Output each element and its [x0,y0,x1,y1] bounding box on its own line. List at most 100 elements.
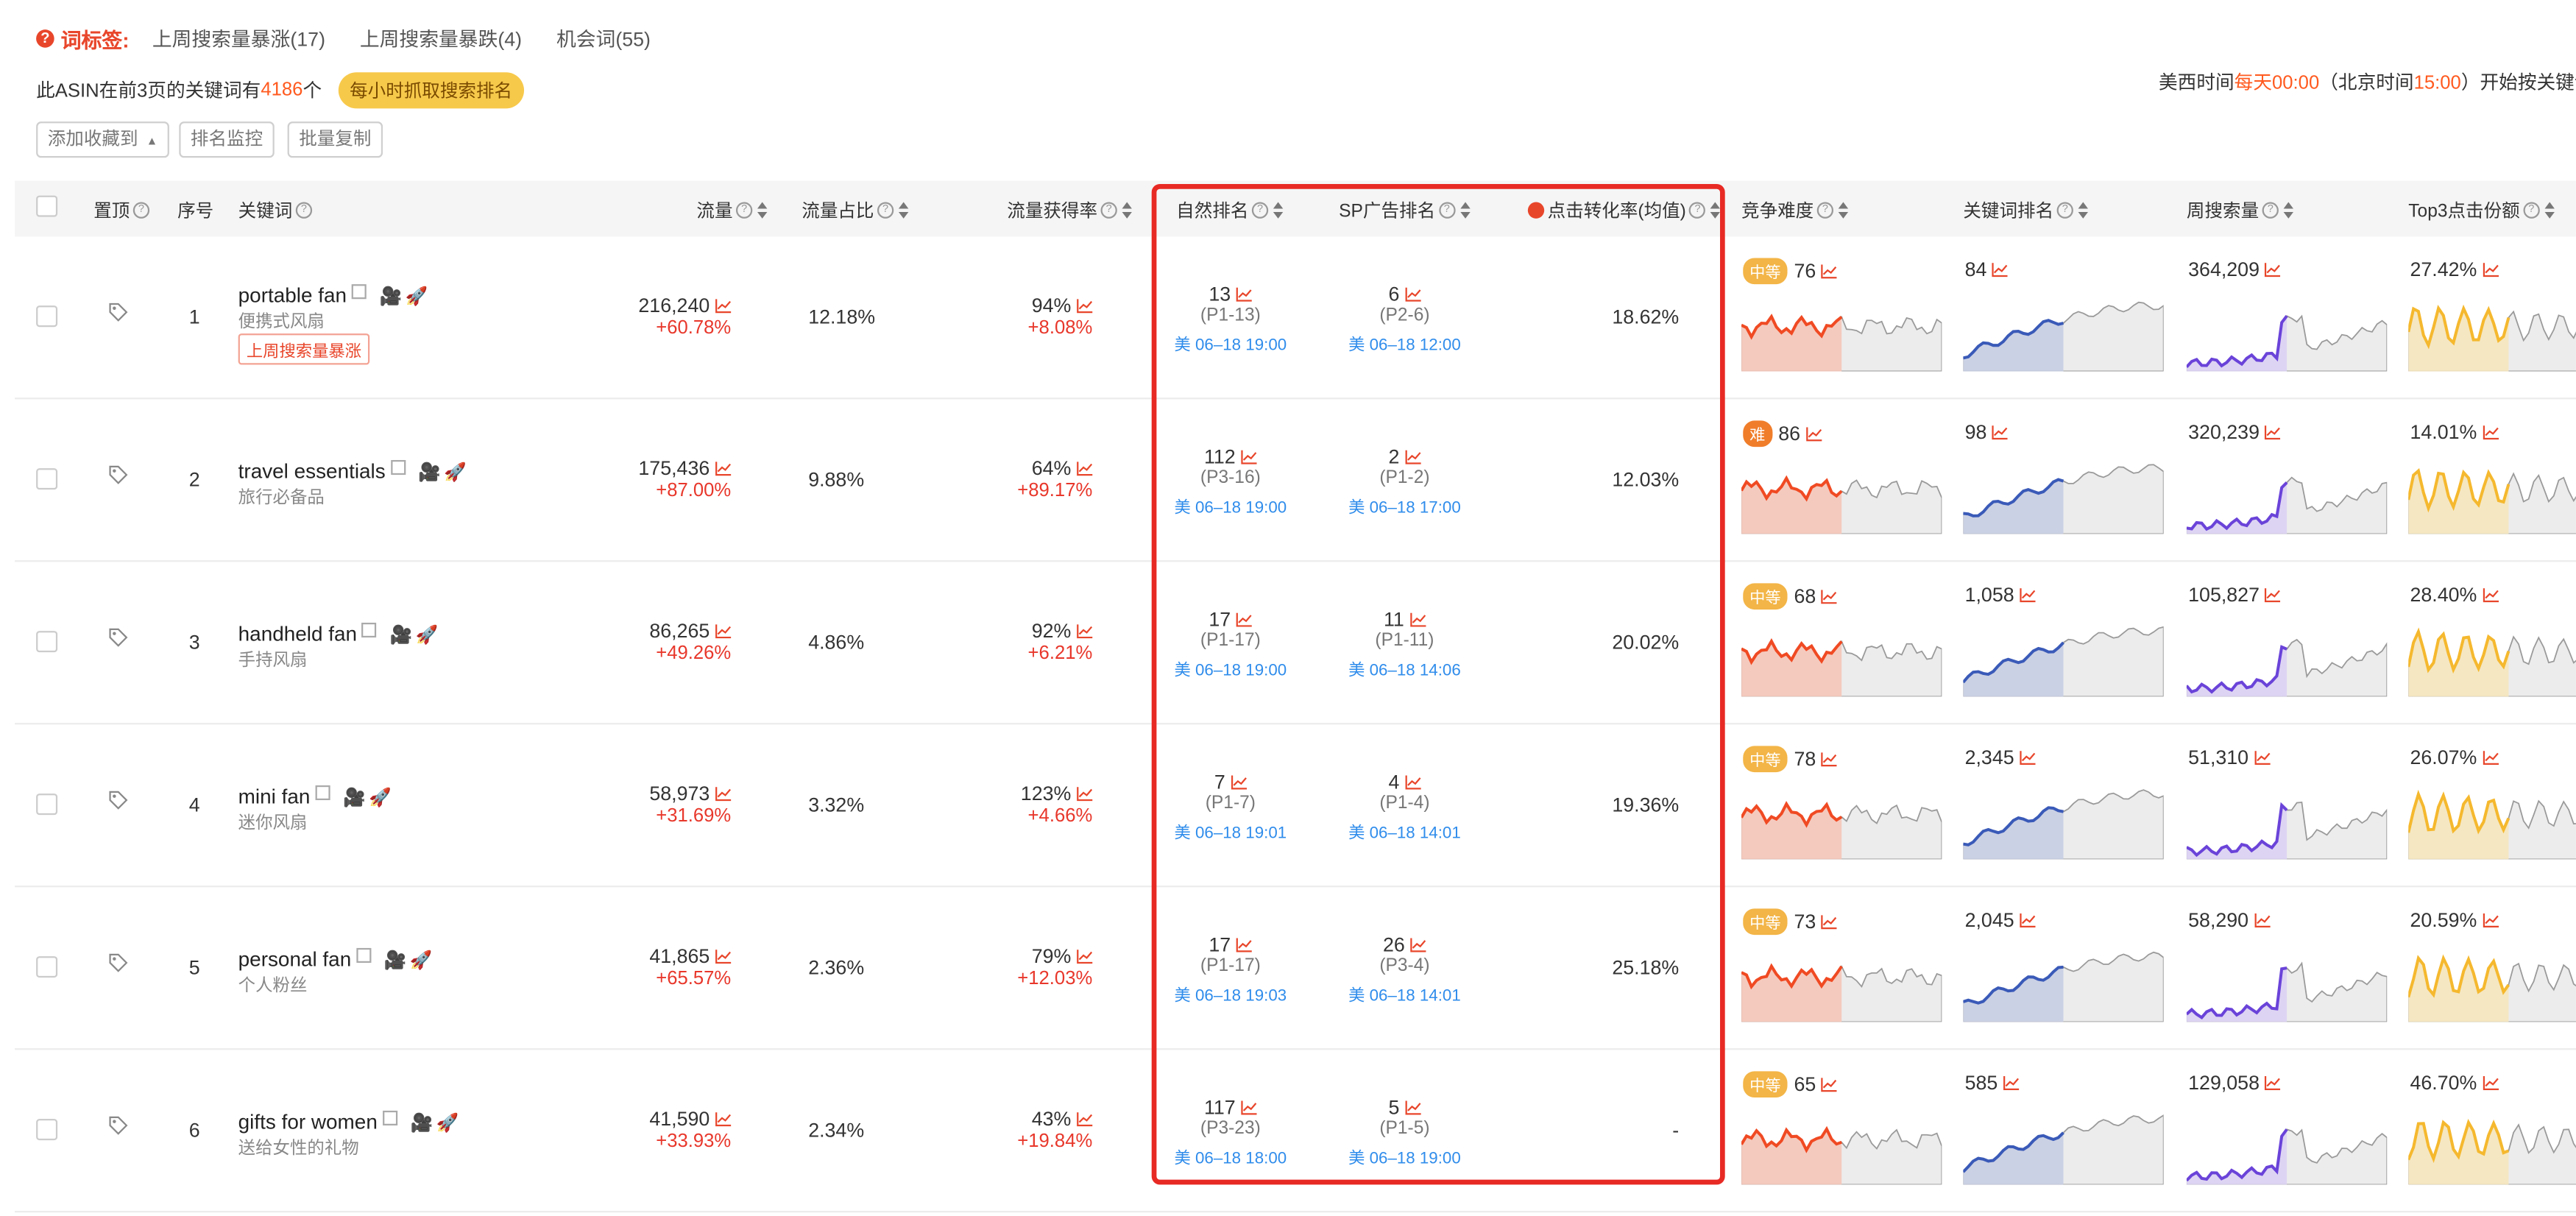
trend-icon[interactable] [2477,1071,2499,1094]
trend-icon[interactable] [1816,585,1838,608]
col-traffic[interactable]: 流量? [696,197,768,224]
trend-icon[interactable] [710,782,732,805]
keyword-text[interactable]: personal fan 🎥🚀 [238,947,436,971]
trend-sparkline [1963,789,2164,860]
weekly-search-value: 105,827 [2188,583,2282,607]
trend-icon[interactable] [2260,583,2282,606]
tab-opportunity[interactable]: 机会词(55) [556,24,651,52]
copy-icon[interactable] [382,1110,397,1125]
trend-icon[interactable] [1071,944,1093,967]
tag-icon[interactable] [108,628,128,648]
select-all-checkbox[interactable] [36,195,58,217]
sort-icon[interactable] [1838,202,1850,219]
count-value: 4186 [261,80,303,101]
keyword-text[interactable]: gifts for women 🎥🚀 [238,1110,462,1134]
trend-icon[interactable] [1816,260,1838,283]
col-weekly-search[interactable]: 周搜索量? [2187,197,2295,224]
sort-icon[interactable] [757,202,769,219]
keyword-rank-value: 2,045 [1965,908,2036,932]
tag-icon[interactable] [108,1116,128,1136]
trend-icon[interactable] [710,620,732,643]
row-checkbox[interactable] [36,793,58,816]
difficulty-score: 65 [1794,1072,1816,1096]
trend-icon[interactable] [1071,457,1093,480]
trend-icon[interactable] [1986,420,2009,443]
col-traffic-gain[interactable]: 流量获得率? [1007,197,1133,224]
rank-monitor-button[interactable]: 排名监控 [179,121,275,158]
sort-icon[interactable] [2544,202,2556,219]
add-to-collection-button[interactable]: 添加收藏到 ▲ [36,121,169,158]
weekly-search-number: 51,310 [2188,746,2249,769]
trend-icon[interactable] [2014,583,2036,606]
keyword-text[interactable]: mini fan 🎥🚀 [238,785,394,808]
trend-icon[interactable] [2477,908,2499,931]
sort-icon[interactable] [898,202,910,219]
sort-icon[interactable] [1122,202,1134,219]
col-competition[interactable]: 竞争难度? [1741,197,1850,224]
traffic-gain: 123% [1021,782,1093,805]
tag-icon[interactable] [108,791,128,810]
gain-number: 64% [1031,456,1072,480]
trend-icon[interactable] [2477,420,2499,443]
trend-icon[interactable] [1071,782,1093,805]
trend-icon[interactable] [1998,1071,2020,1094]
sort-icon[interactable] [2078,202,2090,219]
col-keyword-rank-label: 关键词排名 [1963,202,2054,222]
trend-icon[interactable] [1816,1073,1838,1096]
tab-search-surge[interactable]: 上周搜索量暴涨(17) [152,24,325,52]
trend-icon[interactable] [2248,908,2271,931]
col-keyword: 关键词? [238,197,313,224]
traffic-change: +31.69% [656,806,732,827]
trend-icon[interactable] [2014,908,2036,931]
trend-icon[interactable] [710,457,732,480]
traffic-number: 41,865 [649,944,710,968]
tag-icon[interactable] [108,303,128,322]
trend-icon[interactable] [1816,911,1838,933]
keyword-text[interactable]: travel essentials 🎥🚀 [238,459,470,483]
trend-icon[interactable] [2014,746,2036,768]
trend-icon[interactable] [2477,583,2499,606]
tag-icon[interactable] [108,465,128,485]
trend-icon[interactable] [1071,1107,1093,1130]
row-checkbox[interactable] [36,631,58,653]
keyword-label: gifts for women [238,1110,378,1134]
trend-icon[interactable] [2248,746,2271,768]
copy-icon[interactable] [355,947,372,964]
sort-icon[interactable] [2283,202,2296,219]
trend-icon[interactable] [2260,420,2282,443]
trend-icon[interactable] [1986,258,2009,280]
row-checkbox[interactable] [36,1119,58,1141]
trend-icon[interactable] [710,294,732,317]
trend-icon[interactable] [1800,423,1822,445]
col-top3-click-share[interactable]: Top3点击份额? [2408,197,2556,224]
col-traffic-share[interactable]: 流量占比? [802,197,910,224]
keyword-text[interactable]: handheld fan 🎥🚀 [238,622,442,646]
trend-sparkline [2408,789,2576,860]
trend-icon[interactable] [710,1107,732,1130]
trend-icon[interactable] [2260,258,2282,280]
row-checkbox[interactable] [36,468,58,490]
tag-icon[interactable] [108,953,128,973]
col-keyword-rank[interactable]: 关键词排名? [1963,197,2090,224]
copy-icon[interactable] [351,284,367,300]
trend-icon[interactable] [2260,1071,2282,1094]
copy-icon[interactable] [361,622,377,638]
keyword-text[interactable]: portable fan 🎥🚀 [238,284,431,307]
traffic-change: +65.57% [656,969,732,989]
trend-icon[interactable] [2477,746,2499,768]
copy-icon[interactable] [315,785,330,801]
top3-number: 26.07% [2410,746,2477,769]
row-checkbox[interactable] [36,956,58,978]
trend-icon[interactable] [1071,620,1093,643]
trend-icon[interactable] [2477,258,2499,280]
row-checkbox[interactable] [36,305,58,328]
keyword-translation: 旅行必备品 [238,487,325,508]
trend-icon[interactable] [710,944,732,967]
trend-icon[interactable] [1071,294,1093,317]
copy-icon[interactable] [390,459,406,476]
tab-search-drop[interactable]: 上周搜索量暴跌(4) [360,24,522,52]
trend-icon[interactable] [1816,748,1838,771]
weekly-search-number: 129,058 [2188,1071,2260,1095]
batch-copy-button[interactable]: 批量复制 [287,121,383,158]
competition-score: 中等 76 [1743,258,1838,285]
